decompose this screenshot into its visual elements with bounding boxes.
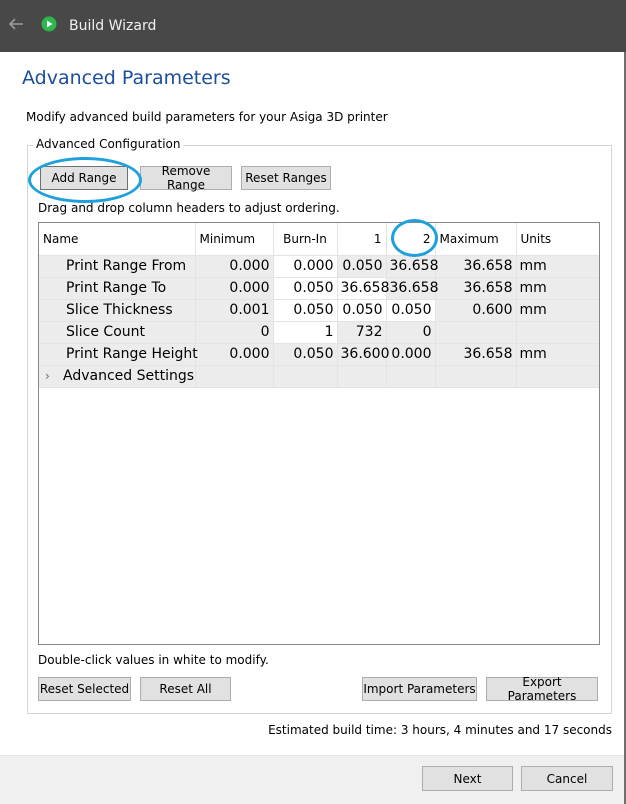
- table-row[interactable]: Print Range To 0.000 0.050 36.658 36.658…: [39, 277, 599, 300]
- column-header-maximum[interactable]: Maximum: [435, 223, 517, 256]
- param-minimum: 0.000: [195, 255, 274, 278]
- column-header-units[interactable]: Units: [516, 223, 599, 256]
- param-range-2: 0: [386, 321, 436, 344]
- column-header-range-1[interactable]: 1: [337, 223, 387, 256]
- reset-selected-button[interactable]: Reset Selected: [38, 677, 131, 701]
- chevron-right-icon[interactable]: ›: [45, 369, 63, 383]
- param-range-1: 36.600: [337, 343, 390, 366]
- param-range-2[interactable]: 0.050: [386, 299, 436, 322]
- param-units: mm: [516, 299, 599, 322]
- play-app-icon: [41, 16, 57, 32]
- param-range-1[interactable]: 0.050: [337, 299, 387, 322]
- advanced-settings-label: Advanced Settings: [63, 368, 195, 384]
- param-minimum: 0.001: [195, 299, 274, 322]
- empty-cell: [516, 365, 599, 388]
- table-header-row: Name Minimum Burn-In 1 2 Maximum Units: [39, 223, 599, 256]
- column-header-minimum[interactable]: Minimum: [195, 223, 274, 256]
- param-minimum: 0: [195, 321, 274, 344]
- param-minimum: 0.000: [195, 343, 274, 366]
- table-row[interactable]: Print Range From 0.000 0.000 0.050 36.65…: [39, 255, 599, 278]
- page-subtitle: Modify advanced build parameters for you…: [26, 110, 388, 124]
- param-range-2: 36.658: [386, 255, 439, 278]
- advanced-settings-row[interactable]: › Advanced Settings: [39, 365, 599, 388]
- param-burn-in[interactable]: 0.050: [273, 299, 338, 322]
- reset-all-button[interactable]: Reset All: [140, 677, 231, 701]
- param-burn-in[interactable]: 1: [273, 321, 338, 344]
- column-header-range-2[interactable]: 2: [386, 223, 436, 256]
- param-maximum: 36.658: [435, 255, 517, 278]
- empty-cell: [195, 365, 274, 388]
- param-name: Print Range Height: [39, 343, 198, 366]
- cancel-button[interactable]: Cancel: [521, 766, 613, 791]
- param-burn-in[interactable]: 0.000: [273, 255, 338, 278]
- column-header-name[interactable]: Name: [39, 223, 196, 256]
- param-units: [516, 321, 599, 344]
- estimated-build-time: Estimated build time: 3 hours, 4 minutes…: [268, 723, 612, 737]
- param-units: mm: [516, 277, 599, 300]
- empty-cell: [273, 365, 338, 388]
- column-order-hint: Drag and drop column headers to adjust o…: [38, 201, 340, 215]
- param-range-1: 732: [337, 321, 387, 344]
- param-units: mm: [516, 343, 599, 366]
- next-button[interactable]: Next: [422, 766, 513, 791]
- empty-cell: [337, 365, 387, 388]
- empty-cell: [435, 365, 517, 388]
- param-units: mm: [516, 255, 599, 278]
- param-range-1[interactable]: 36.658: [337, 277, 390, 300]
- group-legend: Advanced Configuration: [33, 137, 184, 151]
- param-name: Print Range From: [39, 255, 196, 278]
- param-maximum: [435, 321, 517, 344]
- param-burn-in[interactable]: 0.050: [273, 277, 338, 300]
- page-title: Advanced Parameters: [22, 67, 231, 89]
- table-row[interactable]: Print Range Height 0.000 0.050 36.600 0.…: [39, 343, 599, 366]
- param-range-1: 0.050: [337, 255, 387, 278]
- table-row[interactable]: Slice Count 0 1 732 0: [39, 321, 599, 344]
- window-title: Build Wizard: [69, 18, 157, 34]
- param-range-2: 36.658: [386, 277, 439, 300]
- param-range-2: 0.000: [386, 343, 436, 366]
- add-range-button[interactable]: Add Range: [40, 166, 128, 190]
- table-row[interactable]: Slice Thickness 0.001 0.050 0.050 0.050 …: [39, 299, 599, 322]
- wizard-footer: Next Cancel: [0, 756, 624, 804]
- edit-values-hint: Double-click values in white to modify.: [38, 653, 269, 667]
- param-name: Slice Thickness: [39, 299, 196, 322]
- back-arrow-icon[interactable]: [6, 14, 26, 34]
- param-maximum: 36.658: [435, 277, 517, 300]
- advanced-settings-cell[interactable]: › Advanced Settings: [39, 365, 196, 388]
- parameters-table: Name Minimum Burn-In 1 2 Maximum Units P…: [38, 222, 600, 645]
- export-parameters-button[interactable]: Export Parameters: [486, 675, 598, 703]
- column-header-burn-in[interactable]: Burn-In: [273, 223, 338, 256]
- param-name: Print Range To: [39, 277, 196, 300]
- empty-cell: [386, 365, 436, 388]
- reset-ranges-button[interactable]: Reset Ranges: [241, 166, 331, 190]
- param-burn-in: 0.050: [273, 343, 338, 366]
- title-bar: Build Wizard: [0, 0, 626, 52]
- param-maximum: 0.600: [435, 299, 517, 322]
- import-parameters-button[interactable]: Import Parameters: [362, 677, 477, 701]
- remove-range-button[interactable]: Remove Range: [140, 164, 232, 192]
- param-maximum: 36.658: [435, 343, 517, 366]
- param-name: Slice Count: [39, 321, 196, 344]
- param-minimum: 0.000: [195, 277, 274, 300]
